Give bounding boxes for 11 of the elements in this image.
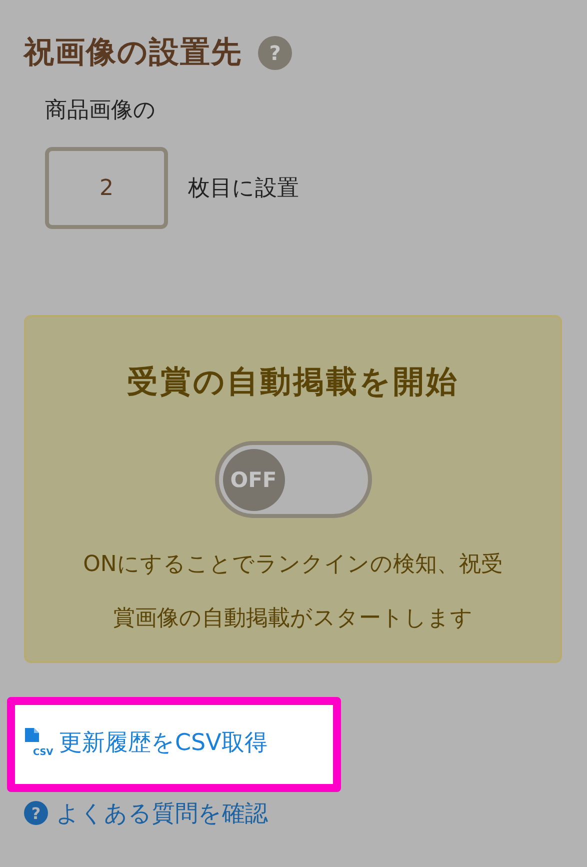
help-icon: ?: [24, 801, 48, 825]
help-icon[interactable]: ?: [258, 36, 292, 70]
setting-label: 商品画像の: [45, 97, 157, 125]
card-title: 受賞の自動掲載を開始: [127, 363, 459, 402]
section-title: 祝画像の設置先: [24, 34, 242, 72]
description-text: ONにすることでランクインの検知、祝受賞画像の自動掲載がスタートします: [82, 551, 504, 633]
csv-download-link[interactable]: CSV 更新履歴をCSV取得: [24, 727, 268, 758]
toggle-switch[interactable]: OFF: [214, 441, 372, 518]
image-number-field[interactable]: 2: [45, 147, 168, 229]
faq-link[interactable]: ? よくある質問を確認: [24, 798, 268, 828]
setting-label: 枚目に設置: [188, 175, 299, 203]
